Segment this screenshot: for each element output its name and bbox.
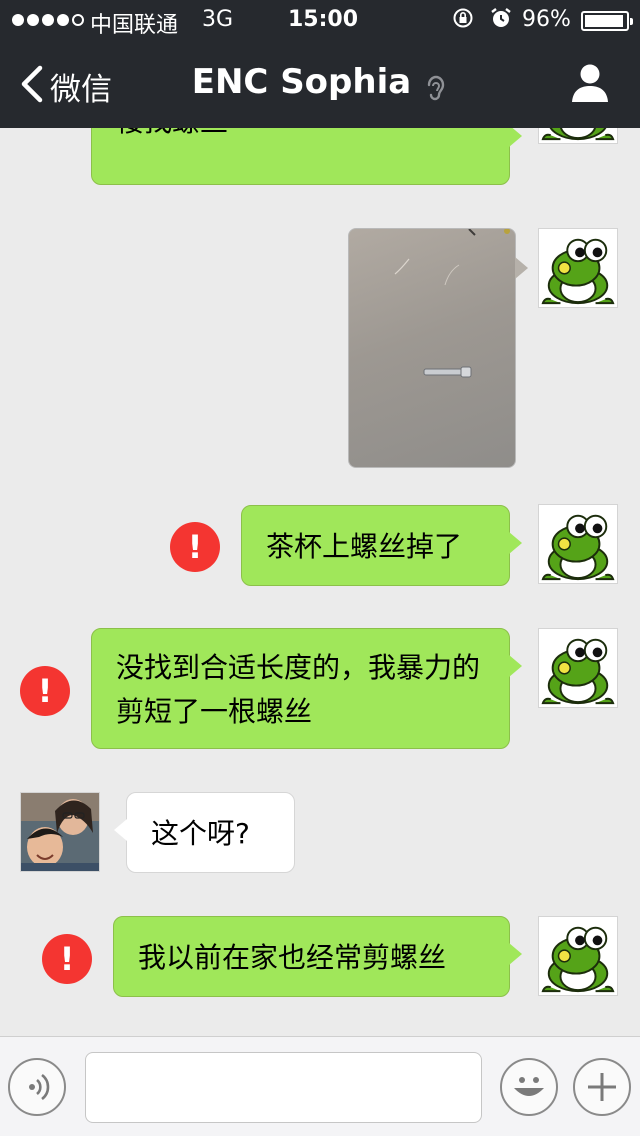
network-type: 3G (202, 7, 234, 32)
message-text: 这个呀? (151, 817, 250, 850)
my-avatar[interactable] (538, 628, 618, 708)
carrier-name: 中国联通 (90, 13, 179, 38)
photo-screw (394, 228, 510, 378)
battery-icon (581, 11, 633, 31)
navigation-bar: 微信 ENC Sophia (0, 40, 640, 128)
send-failed-icon[interactable]: ! (42, 934, 92, 984)
signal-strength-icon (12, 9, 84, 31)
more-button[interactable] (573, 1058, 631, 1116)
status-bar: 中国联通 3G 15:00 96% (0, 0, 640, 40)
send-failed-icon[interactable]: ! (20, 666, 70, 716)
outgoing-message[interactable]: 楼找螺丝 (91, 128, 522, 185)
plus-icon (588, 1073, 616, 1101)
alarm-icon (489, 6, 513, 35)
emoji-icon (514, 1077, 544, 1096)
my-avatar[interactable] (538, 128, 618, 144)
voice-button[interactable] (8, 1058, 66, 1116)
battery-percent: 96% (522, 7, 571, 32)
chat-title-area: ENC Sophia (0, 62, 640, 105)
message-text: 茶杯上螺丝掉了 (266, 530, 463, 563)
emoji-button[interactable] (500, 1058, 558, 1116)
ear-icon (428, 75, 445, 100)
profile-icon[interactable] (570, 62, 610, 104)
voice-icon (29, 1073, 50, 1101)
incoming-message[interactable]: 这个呀? (114, 792, 295, 873)
my-avatar[interactable] (538, 504, 618, 584)
message-input[interactable] (85, 1052, 482, 1123)
outgoing-message[interactable]: 没找到合适长度的，我暴力的剪短了一根螺丝 (91, 628, 522, 749)
contact-avatar[interactable] (20, 792, 100, 872)
input-bar (0, 1036, 640, 1136)
image-message[interactable] (348, 228, 528, 468)
outgoing-message[interactable]: 茶杯上螺丝掉了 (241, 505, 522, 586)
chat-title: ENC Sophia (191, 62, 412, 102)
message-text: 楼找螺丝 (116, 128, 228, 144)
message-text: 我以前在家也经常剪螺丝 (138, 941, 447, 974)
outgoing-message[interactable]: 我以前在家也经常剪螺丝 (113, 916, 522, 997)
my-avatar[interactable] (538, 916, 618, 996)
rotation-lock-icon (452, 7, 474, 34)
my-avatar[interactable] (538, 228, 618, 308)
send-failed-icon[interactable]: ! (170, 522, 220, 572)
message-list[interactable]: 楼找螺丝 ! 茶杯上螺丝掉了 ! 没找到合适长度的，我暴力的剪短了一根螺丝 (0, 128, 640, 1036)
clock: 15:00 (288, 7, 359, 32)
message-text: 没找到合适长度的，我暴力的剪短了一根螺丝 (116, 651, 481, 728)
